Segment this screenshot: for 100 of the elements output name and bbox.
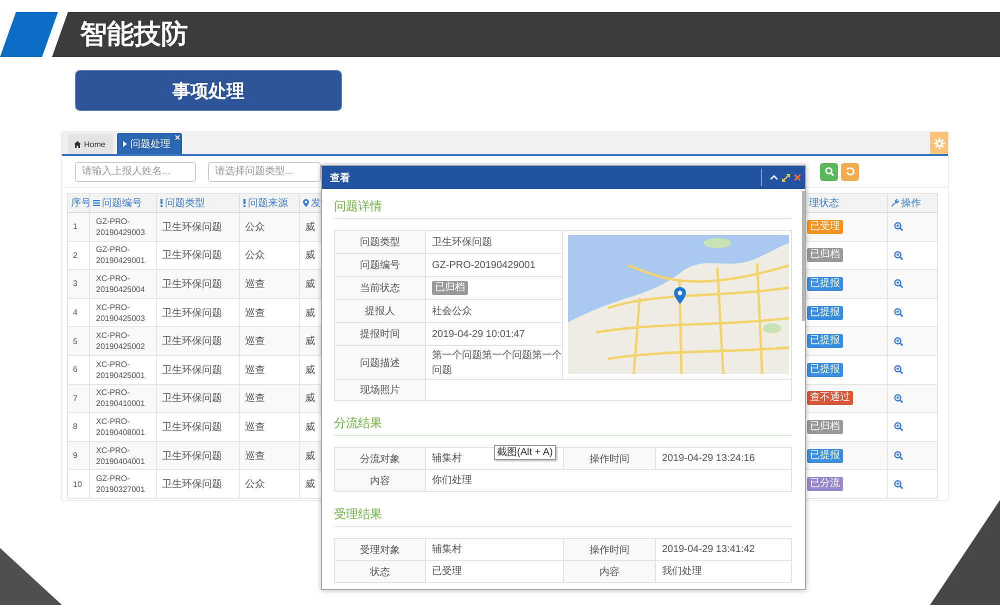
column-label: 序号 [71, 196, 91, 210]
table-cell: XC-PRO-20190408001 [90, 413, 157, 442]
table-cell: XC-PRO-20190425001 [90, 356, 157, 385]
field-label: 分流对象 [335, 448, 426, 470]
status-badge: 已受理 [807, 220, 843, 234]
section-heading: 问题详情 [334, 199, 382, 213]
scrollbar-thumb[interactable] [802, 191, 805, 321]
column-label: 问题类型 [165, 196, 205, 210]
tooltip: 截图(Alt + A) [494, 445, 556, 460]
status-badge: 已归档 [807, 420, 843, 434]
slide-title: 智能技防 [80, 18, 188, 51]
table-cell: 卫生环保问题 [157, 242, 240, 270]
table-cell: 巡查 [240, 298, 300, 328]
table-cell: 卫生环保问题 [157, 442, 240, 470]
filter-input-field[interactable]: 请输入上报人姓名... [75, 162, 196, 182]
zoom-in-icon[interactable] [894, 222, 903, 232]
field-value: 已受理 [432, 564, 462, 579]
field-label: 内容 [564, 561, 656, 583]
section-banner: 事项处理 [75, 70, 342, 111]
field-label: 操作时间 [564, 539, 656, 561]
zoom-in-icon[interactable] [894, 365, 903, 374]
field-label: 操作时间 [564, 448, 656, 470]
field-value: 社会公众 [432, 304, 472, 318]
field-label: 内容 [335, 470, 426, 492]
table-cell: 卫生环保问题 [157, 213, 240, 242]
field-value: 2019-04-29 10:01:47 [432, 328, 525, 342]
zoom-in-icon[interactable] [894, 279, 903, 288]
zoom-in-icon[interactable] [894, 336, 903, 346]
table-cell: 巡查 [240, 356, 300, 385]
table-cell: 7 [67, 384, 90, 414]
field-label: 当前状态 [335, 277, 426, 300]
table-cell: 巡查 [240, 384, 300, 414]
map-pin-icon [674, 287, 686, 304]
tab[interactable]: Home [68, 134, 114, 154]
status-badge: 已提报 [807, 276, 843, 291]
table-cell: 卫生环保问题 [157, 384, 240, 414]
field-label: 问题描述 [335, 346, 426, 380]
settings-icon [934, 138, 944, 148]
table-cell: 卫生环保问题 [157, 356, 240, 385]
field-value: 2019-04-29 13:41:42 [662, 543, 755, 557]
table-cell: 5 [67, 327, 90, 356]
field-label: 问题类型 [335, 231, 426, 254]
exclamation-icon [243, 199, 246, 207]
search-icon [824, 167, 834, 176]
table-cell: 4 [67, 298, 90, 328]
column-label: 问题编号 [102, 196, 142, 210]
field-label: 提报时间 [335, 323, 426, 346]
chevron-up-icon[interactable] [770, 175, 778, 180]
column-label: 问题来源 [248, 196, 288, 210]
table-cell: 1 [67, 213, 90, 242]
field-label: 状态 [335, 561, 426, 583]
status-badge: 已提报 [807, 448, 843, 463]
zoom-in-icon[interactable] [894, 308, 903, 318]
field-value: 卫生环保问题 [432, 236, 492, 250]
table-cell: 6 [67, 356, 90, 385]
column-label: 发 [311, 197, 321, 210]
table-cell: GZ-PRO-20190429003 [90, 213, 157, 242]
table-cell: XC-PRO-20190404001 [90, 442, 157, 470]
status-badge: 已提报 [807, 306, 843, 320]
zoom-in-icon[interactable] [894, 250, 903, 260]
status-badge: 查不通过 [807, 391, 853, 406]
status-badge: 已归档 [432, 281, 468, 295]
status-badge: 已提报 [807, 334, 843, 348]
close-icon[interactable] [794, 174, 801, 181]
table-cell: 卫生环保问题 [157, 413, 240, 442]
section-heading: 分流结果 [334, 416, 382, 430]
table-cell: 卫生环保问题 [157, 327, 240, 356]
table-cell: 公众 [240, 242, 300, 270]
field-value: 你们处理 [432, 474, 472, 488]
table-cell: 2 [67, 242, 90, 270]
status-badge: 已提报 [807, 362, 843, 377]
table-cell: 巡查 [240, 270, 300, 299]
table-cell: 公众 [240, 470, 300, 499]
table-cell: GZ-PRO-20190327001 [90, 470, 157, 499]
column-label: 操作 [901, 197, 921, 210]
table-cell: 卫生环保问题 [157, 270, 240, 299]
zoom-in-icon[interactable] [894, 480, 903, 489]
field-value: 我们处理 [662, 564, 702, 579]
table-cell: 公众 [240, 213, 300, 242]
exclamation-icon [160, 199, 163, 207]
search-button[interactable] [820, 162, 838, 180]
table-cell: 巡查 [240, 413, 300, 442]
zoom-in-icon[interactable] [894, 422, 903, 432]
field-value: 辅集村 [432, 542, 462, 557]
field-label: 问题编号 [335, 254, 426, 277]
home-icon [74, 140, 81, 148]
field-label: 受理对象 [335, 539, 426, 561]
section-heading: 受理结果 [334, 507, 382, 521]
table-cell: 3 [67, 270, 90, 299]
table-cell: 卫生环保问题 [157, 298, 240, 328]
filter-input-field[interactable]: 请选择问题类型... [208, 162, 321, 182]
expand-icon[interactable] [782, 174, 790, 182]
column-label: 理状态 [809, 196, 839, 210]
tab[interactable]: 问题处理 [117, 133, 182, 154]
zoom-in-icon[interactable] [894, 394, 903, 403]
table-cell: 卫生环保问题 [157, 470, 240, 499]
zoom-in-icon[interactable] [894, 451, 903, 460]
caret-right-icon [123, 140, 128, 146]
field-value: GZ-PRO-20190429001 [432, 258, 536, 272]
list-icon [93, 200, 100, 206]
